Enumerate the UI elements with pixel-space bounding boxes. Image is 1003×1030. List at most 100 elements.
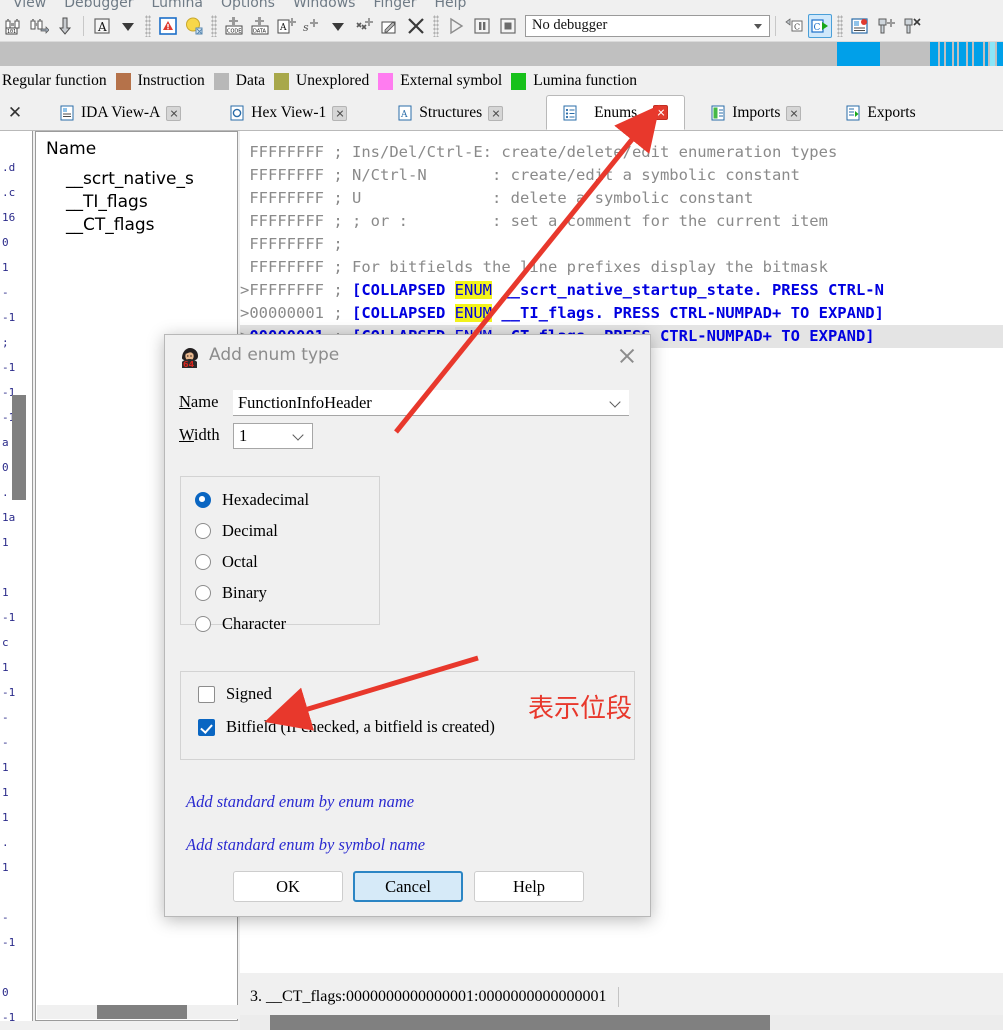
close-all-tabs-button[interactable]: ✕ [0,96,30,130]
step-over-c-icon[interactable]: C [782,14,806,38]
tab-close-ida-view-a[interactable] [166,105,182,121]
checkbox-bitfield[interactable] [198,718,215,736]
warning-triangle-icon[interactable] [156,14,180,38]
tab-close-hex-view-1[interactable] [332,105,348,121]
enum-row-collapsed-prefix: [COLLAPSED [342,304,455,322]
hidden-panel-text: 1 [2,536,9,549]
add-breakpoint-icon[interactable] [874,14,898,38]
enum-view-hscrollbar-thumb[interactable] [270,1015,770,1030]
radio-character[interactable] [195,616,211,632]
radio-row-decimal[interactable]: Decimal [195,521,278,541]
dialog-title-bar[interactable]: 64 Add enum type [165,335,652,377]
tab-structures[interactable]: A Structures [390,96,513,130]
toolbar-drag-handle-2[interactable] [211,14,217,37]
add-standard-enum-by-enum-name-link[interactable]: Add standard enum by enum name [186,792,414,812]
list-breakpoints-icon[interactable] [848,14,872,38]
enum-name-input[interactable]: FunctionInfoHeader [233,390,629,416]
enum-comment-row[interactable]: FFFFFFFF ; ; or : : set a comment for th… [240,210,1003,233]
struct-dropdown-arrow-icon[interactable] [326,14,350,38]
chevron-down-icon[interactable] [293,433,303,439]
radio-row-hexadecimal[interactable]: Hexadecimal [195,490,309,510]
radio-hexadecimal[interactable] [195,492,211,508]
legend-label-instruction: Instruction [137,72,205,89]
make-code-icon[interactable]: CODE [222,14,246,38]
tab-imports[interactable]: Imports [703,96,811,130]
dropdown-arrow-icon[interactable] [116,14,140,38]
expand-marker[interactable]: > [240,304,249,322]
ok-button[interactable]: OK [233,871,343,902]
help-button[interactable]: Help [474,871,584,902]
toolbar-drag-handle-4[interactable] [837,14,843,37]
enum-row-comment: ; or : : set a comment for the current i… [342,212,828,230]
radio-binary[interactable] [195,585,211,601]
binoculars-search-icon[interactable]: 101 [1,14,25,38]
make-struct-icon[interactable]: s [300,14,324,38]
svg-text:CODE: CODE [227,28,241,34]
list-item[interactable]: __TI_flags [66,192,148,212]
cancel-button[interactable]: Cancel [353,871,463,902]
tab-enums[interactable]: Enums [546,95,686,130]
expand-marker[interactable] [240,166,249,184]
enum-comment-row[interactable]: FFFFFFFF ; U : delete a symbolic constan… [240,187,1003,210]
chevron-down-icon[interactable] [610,400,620,406]
toolbar-drag-handle[interactable] [145,14,151,37]
step-into-c-icon[interactable]: C [808,13,832,38]
tab-hex-view-1[interactable]: Hex View-1 [222,96,357,130]
expand-marker[interactable] [240,258,249,276]
checkbox-signed[interactable] [198,685,215,703]
list-item[interactable]: __CT_flags [66,215,155,235]
name-panel-hscrollbar[interactable] [37,1005,238,1019]
svg-text:A: A [279,23,287,33]
enum-row-collapsed-suffix: __TI_flags. PRESS CTRL-NUMPAD+ TO EXPAND… [492,304,884,322]
edit-function-icon[interactable] [378,14,402,38]
tab-exports[interactable]: Exports [838,96,925,130]
tab-close-structures[interactable] [488,105,504,121]
pause-icon[interactable] [470,14,494,38]
check-row-signed[interactable]: Signed [198,684,272,704]
tab-close-imports[interactable] [786,105,802,121]
enum-view-hscrollbar[interactable] [240,1015,1003,1030]
enum-comment-row[interactable]: FFFFFFFF ; [240,233,1003,256]
make-data-icon[interactable]: DATA [248,14,272,38]
debugger-select[interactable]: No debugger [525,14,770,37]
magnifier-yellow-icon[interactable] [182,14,206,38]
radio-row-octal[interactable]: Octal [195,552,258,572]
enum-comment-row[interactable]: FFFFFFFF ; N/Ctrl-N : create/edit a symb… [240,164,1003,187]
navigation-band[interactable] [0,42,1003,66]
run-play-icon[interactable] [444,14,468,38]
expand-marker[interactable]: > [240,281,249,299]
expand-marker[interactable] [240,189,249,207]
add-standard-enum-by-symbol-name-link[interactable]: Add standard enum by symbol name [186,835,425,855]
enum-collapsed-row[interactable]: >00000001 ; [COLLAPSED ENUM __TI_flags. … [240,302,1003,325]
enum-comment-row[interactable]: FFFFFFFF ; For bitfields the line prefix… [240,256,1003,279]
navband-segment [930,42,938,66]
stop-icon[interactable] [496,14,520,38]
tab-ida-view-a[interactable]: IDA View-A [52,96,191,130]
hidden-panel-scrollbar-thumb[interactable] [12,395,26,500]
delete-breakpoint-icon[interactable] [900,14,924,38]
enum-collapsed-row[interactable]: >FFFFFFFF ; [COLLAPSED ENUM __scrt_nativ… [240,279,1003,302]
tab-close-enums[interactable] [653,105,669,120]
radio-row-character[interactable]: Character [195,614,286,634]
radio-row-binary[interactable]: Binary [195,583,267,603]
text-style-icon[interactable]: A [90,14,114,38]
binoculars-next-icon[interactable] [27,14,51,38]
check-row-bitfield[interactable]: Bitfield (If checked, a bitfield is crea… [198,717,495,737]
expand-marker[interactable] [240,235,249,253]
name-panel-hscrollbar-thumb[interactable] [97,1005,187,1019]
jump-down-arrow-icon[interactable] [53,14,77,38]
radio-decimal[interactable] [195,523,211,539]
make-array-icon[interactable] [352,14,376,38]
enum-width-select[interactable]: 1 [233,423,313,449]
radio-octal[interactable] [195,554,211,570]
make-ascii-icon[interactable]: A [274,14,298,38]
toolbar-drag-handle-3[interactable] [433,14,439,37]
expand-marker[interactable] [240,143,249,161]
enum-comment-row[interactable]: FFFFFFFF ; Ins/Del/Ctrl-E: create/delete… [240,141,1003,164]
undefine-x-icon[interactable] [404,14,428,38]
close-icon[interactable] [616,345,638,367]
list-item[interactable]: __scrt_native_s [66,169,194,189]
expand-marker[interactable] [240,212,249,230]
radio-label-octal: Octal [222,552,258,571]
hidden-panel-text: -1 [2,611,16,624]
